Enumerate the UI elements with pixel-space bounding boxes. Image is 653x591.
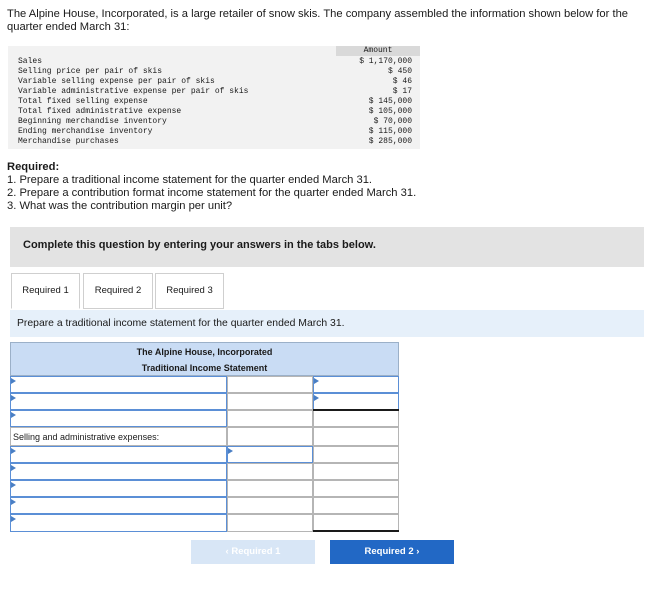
- required-item: 2. Prepare a contribution format income …: [7, 187, 417, 199]
- given-row: Beginning merchandise inventory $ 70,000: [8, 117, 420, 127]
- total-input[interactable]: [313, 463, 399, 480]
- next-tab-label: Required 2: [364, 546, 414, 557]
- subtotal-rule: [313, 409, 399, 411]
- chevron-right-icon: ›: [416, 546, 420, 557]
- tab-prompt: Prepare a traditional income statement f…: [10, 310, 644, 337]
- dropdown-marker-icon: [11, 395, 16, 401]
- account-dropdown[interactable]: [10, 497, 227, 514]
- dropdown-marker-icon: [11, 378, 16, 384]
- given-row-amount: $ 450: [387, 67, 412, 76]
- required-title: Required:: [7, 161, 60, 173]
- given-data-table: Amount Sales $ 1,170,000 Selling price p…: [8, 46, 420, 149]
- given-row-label: Sales: [18, 57, 43, 66]
- account-dropdown[interactable]: [10, 410, 227, 427]
- given-row: Sales $ 1,170,000: [8, 57, 420, 67]
- given-row-label: Selling price per pair of skis: [18, 67, 163, 76]
- amount-input[interactable]: [227, 463, 313, 480]
- given-row-amount: $ 285,000: [368, 137, 412, 146]
- given-row-amount: $ 115,000: [368, 127, 412, 136]
- prev-tab-label: Required 1: [231, 546, 281, 557]
- given-row-amount: $ 145,000: [368, 97, 412, 106]
- amount-input[interactable]: [227, 410, 313, 427]
- section-label-cell: Selling and administrative expenses:: [10, 427, 227, 446]
- instructions-banner: Complete this question by entering your …: [10, 227, 644, 267]
- total-input[interactable]: [313, 393, 399, 410]
- dropdown-marker-icon: [11, 516, 16, 522]
- tab-required-2[interactable]: Required 2: [83, 273, 153, 309]
- given-row-amount: $ 46: [392, 77, 412, 86]
- given-row-amount: $ 105,000: [368, 107, 412, 116]
- given-row-label: Merchandise purchases: [18, 137, 119, 146]
- account-dropdown[interactable]: [10, 376, 227, 393]
- account-dropdown[interactable]: [10, 393, 227, 410]
- given-row-amount: $ 17: [392, 87, 412, 96]
- dropdown-marker-icon: [228, 448, 233, 454]
- given-table-header: Amount: [8, 46, 420, 56]
- given-row: Variable administrative expense per pair…: [8, 87, 420, 97]
- statement-header: The Alpine House, Incorporated Tradition…: [10, 342, 399, 376]
- amount-input[interactable]: [227, 514, 313, 532]
- amount-input[interactable]: [227, 393, 313, 410]
- dropdown-marker-icon: [11, 482, 16, 488]
- given-row-label: Beginning merchandise inventory: [18, 117, 167, 126]
- given-row: Selling price per pair of skis $ 450: [8, 67, 420, 77]
- dropdown-marker-icon: [11, 499, 16, 505]
- problem-intro: The Alpine House, Incorporated, is a lar…: [7, 8, 629, 33]
- amount-input[interactable]: [227, 480, 313, 497]
- given-row-label: Total fixed selling expense: [18, 97, 148, 106]
- account-dropdown[interactable]: [10, 514, 227, 532]
- dropdown-marker-icon: [11, 465, 16, 471]
- account-dropdown[interactable]: [10, 446, 227, 463]
- dropdown-marker-icon: [314, 395, 319, 401]
- given-row: Total fixed selling expense $ 145,000: [8, 97, 420, 107]
- account-dropdown[interactable]: [10, 480, 227, 497]
- company-name: The Alpine House, Incorporated: [136, 347, 273, 357]
- dropdown-marker-icon: [11, 412, 16, 418]
- dropdown-marker-icon: [314, 378, 319, 384]
- required-item: 1. Prepare a traditional income statemen…: [7, 174, 373, 186]
- dropdown-marker-icon: [11, 448, 16, 454]
- instructions-text: Complete this question by entering your …: [23, 239, 376, 251]
- chevron-left-icon: ‹: [225, 546, 229, 557]
- total-input[interactable]: [313, 427, 399, 446]
- given-row-amount: $ 1,170,000: [359, 57, 412, 66]
- total-input[interactable]: [313, 376, 399, 393]
- tab-required-3[interactable]: Required 3: [155, 273, 224, 309]
- amount-input[interactable]: [227, 497, 313, 514]
- statement-title: Traditional Income Statement: [141, 363, 268, 373]
- income-statement-form: The Alpine House, Incorporated Tradition…: [10, 342, 399, 532]
- total-rule: [313, 530, 399, 532]
- given-row: Total fixed administrative expense $ 105…: [8, 107, 420, 117]
- total-input[interactable]: [313, 497, 399, 514]
- selling-admin-label: Selling and administrative expenses:: [13, 432, 160, 442]
- given-row-amount: $ 70,000: [373, 117, 412, 126]
- total-input[interactable]: [313, 446, 399, 463]
- prev-tab-button[interactable]: ‹ Required 1: [191, 540, 315, 564]
- tab-required-1[interactable]: Required 1: [11, 273, 80, 309]
- total-input[interactable]: [313, 480, 399, 497]
- given-row: Merchandise purchases $ 285,000: [8, 137, 420, 147]
- required-item: 3. What was the contribution margin per …: [7, 200, 233, 212]
- given-row: Ending merchandise inventory $ 115,000: [8, 127, 420, 137]
- total-input[interactable]: [313, 410, 399, 427]
- given-row: Variable selling expense per pair of ski…: [8, 77, 420, 87]
- amount-column-header: Amount: [336, 46, 420, 56]
- tab-prompt-text: Prepare a traditional income statement f…: [17, 318, 345, 329]
- given-row-label: Variable selling expense per pair of ski…: [18, 77, 215, 86]
- account-dropdown[interactable]: [10, 463, 227, 480]
- amount-input[interactable]: [227, 446, 313, 463]
- given-row-label: Variable administrative expense per pair…: [18, 87, 249, 96]
- amount-input[interactable]: [227, 427, 313, 446]
- next-tab-button[interactable]: Required 2 ›: [330, 540, 454, 564]
- given-row-label: Total fixed administrative expense: [18, 107, 182, 116]
- required-section: Required: 1. Prepare a traditional incom…: [7, 161, 647, 213]
- amount-input[interactable]: [227, 376, 313, 393]
- given-row-label: Ending merchandise inventory: [18, 127, 153, 136]
